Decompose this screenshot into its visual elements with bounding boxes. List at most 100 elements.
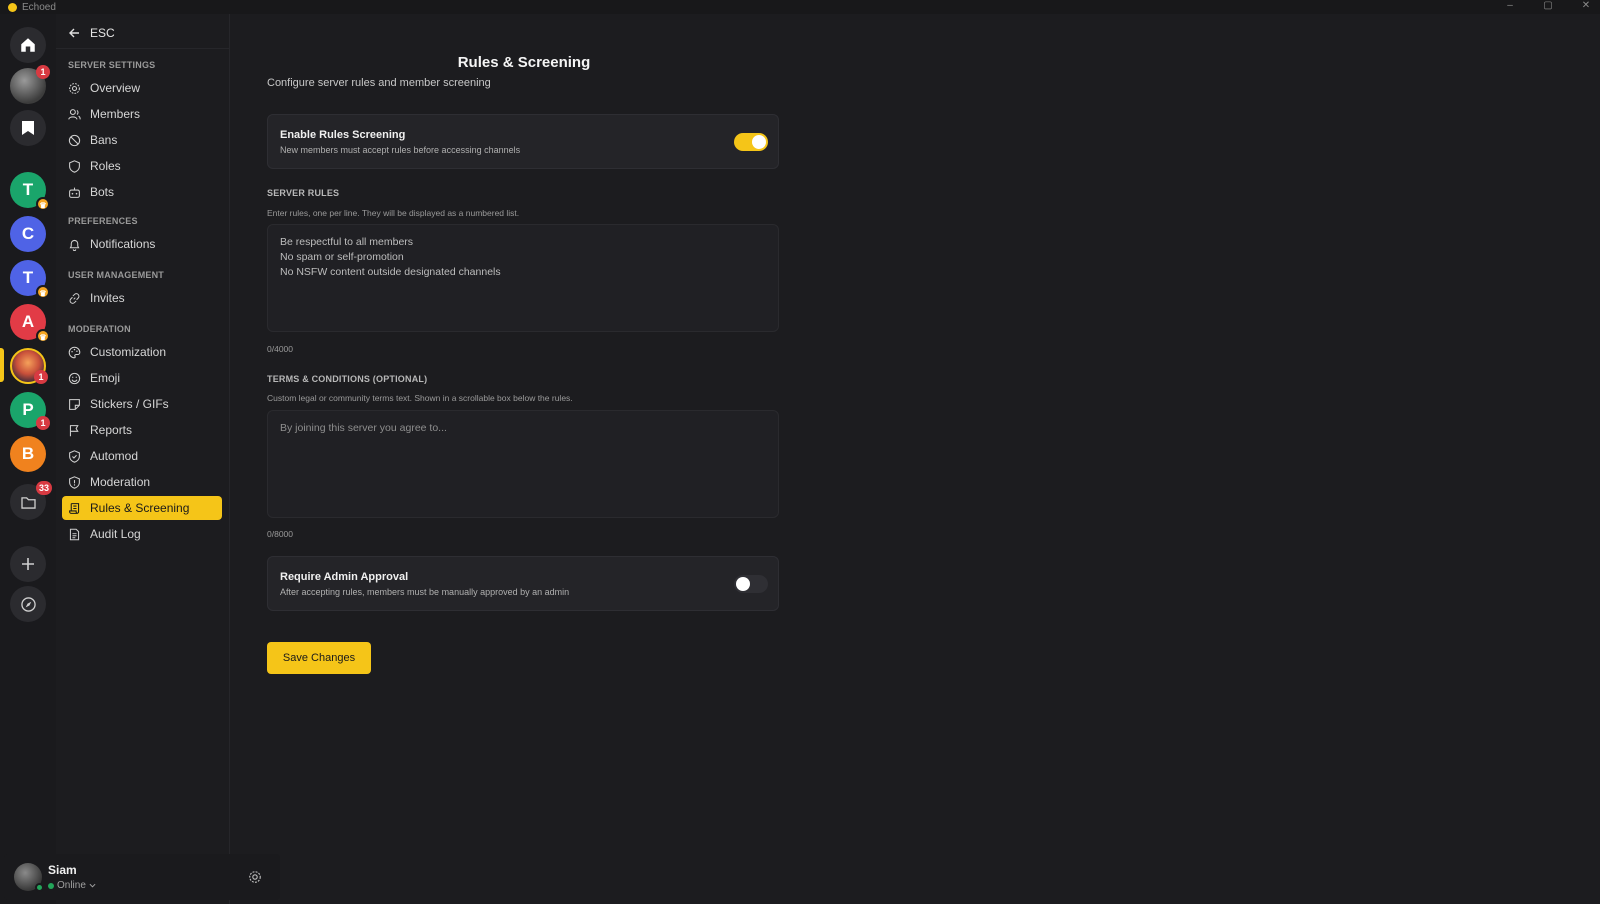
- settings-sidebar: ESC SERVER SETTINGS Overview Members Ban…: [56, 14, 230, 904]
- palette-icon: [68, 346, 81, 358]
- server-b[interactable]: B: [10, 436, 46, 472]
- sidebar-item-automod[interactable]: Automod: [62, 444, 222, 468]
- sidebar-item-label: Rules & Screening: [90, 501, 190, 515]
- sidebar-item-label: Members: [90, 107, 141, 121]
- sidebar-item-label: Moderation: [90, 475, 151, 489]
- add-server-button[interactable]: [10, 546, 46, 582]
- flag-icon: [69, 424, 79, 436]
- rule-line: No spam or self-promotion: [280, 251, 404, 263]
- app-name: Echoed: [22, 1, 56, 13]
- gear-icon: [69, 82, 80, 94]
- sidebar-item-reports[interactable]: Reports: [62, 418, 222, 442]
- title-bar: Echoed – ▢ ✕: [0, 0, 1600, 14]
- link-icon: [69, 292, 80, 304]
- bell-icon: [69, 239, 80, 251]
- shield-check-icon: [69, 449, 80, 463]
- save-changes-button[interactable]: Save Changes: [267, 642, 371, 674]
- sidebar-item-notifications[interactable]: Notifications: [62, 232, 222, 256]
- sidebar-item-audit-log[interactable]: Audit Log: [62, 522, 222, 546]
- explore-button[interactable]: [10, 586, 46, 622]
- page-subtitle: Configure server rules and member screen…: [267, 77, 491, 89]
- explore-icon: [20, 596, 36, 612]
- server-t-blue[interactable]: T ♛: [10, 260, 50, 299]
- terms-hint: Custom legal or community terms text. Sh…: [267, 393, 573, 403]
- sidebar-item-members[interactable]: Members: [62, 102, 222, 126]
- sidebar-item-label: Bans: [90, 133, 118, 147]
- home-button[interactable]: [10, 27, 46, 63]
- server-c[interactable]: C: [10, 216, 46, 252]
- esc-button[interactable]: ESC: [68, 26, 115, 40]
- shield-icon: [69, 159, 80, 173]
- sidebar-item-label: Roles: [90, 159, 121, 173]
- sidebar-item-label: Reports: [90, 423, 133, 437]
- notification-badge: 1: [36, 416, 50, 430]
- sidebar-item-customization[interactable]: Customization: [62, 340, 222, 364]
- bookmark-icon: [22, 121, 34, 135]
- minimize-button[interactable]: –: [1504, 0, 1516, 12]
- section-moderation: MODERATION: [68, 324, 131, 334]
- active-server-indicator: [0, 348, 4, 382]
- notification-badge: 1: [34, 370, 48, 384]
- user-name: Siam: [48, 863, 77, 877]
- close-window-button[interactable]: ✕: [1580, 0, 1592, 12]
- chevron-down-icon: [89, 883, 96, 888]
- add-server-icon: [22, 558, 34, 570]
- arrow-left-icon: [69, 28, 79, 38]
- members-icon: [68, 108, 81, 120]
- rules-screening-title: Enable Rules Screening: [280, 129, 406, 141]
- sidebar-item-bans[interactable]: Bans: [62, 128, 222, 152]
- sidebar-item-stickers-gifs[interactable]: Stickers / GIFs: [62, 392, 222, 416]
- sidebar-item-label: Notifications: [90, 237, 156, 251]
- sidebar-item-emoji[interactable]: Emoji: [62, 366, 222, 390]
- status-indicator: [35, 883, 44, 892]
- smile-icon: [68, 372, 81, 384]
- sidebar-item-label: Bots: [90, 185, 115, 199]
- maximize-button[interactable]: ▢: [1542, 0, 1554, 12]
- rules-screening-toggle[interactable]: [734, 133, 768, 151]
- sidebar-item-rules-screening[interactable]: Rules & Screening: [62, 496, 222, 520]
- rules-screening-description: New members must accept rules before acc…: [280, 145, 521, 155]
- sidebar-item-overview[interactable]: Overview: [62, 76, 222, 100]
- server-letter: B: [21, 444, 35, 463]
- user-status-selector[interactable]: Online: [48, 880, 96, 891]
- ban-icon: [68, 134, 81, 146]
- terms-placeholder: By joining this server you agree to...: [280, 422, 447, 434]
- server-letter: T: [22, 180, 34, 199]
- server-p[interactable]: P 1: [10, 392, 50, 430]
- terms-counter: 0/8000: [267, 529, 293, 539]
- document-icon: [69, 528, 80, 540]
- crown-icon: ♛: [36, 285, 50, 299]
- sidebar-item-label: Automod: [90, 449, 139, 463]
- server-letter: C: [21, 224, 35, 243]
- section-server-settings: SERVER SETTINGS: [68, 60, 156, 70]
- shield-alert-icon: [69, 475, 80, 489]
- server-sunset[interactable]: 1: [10, 348, 48, 384]
- server-avatar[interactable]: 1: [10, 65, 50, 104]
- terms-label: TERMS & CONDITIONS (OPTIONAL): [267, 374, 428, 384]
- sidebar-item-invites[interactable]: Invites: [62, 286, 222, 310]
- terms-textarea[interactable]: By joining this server you agree to...: [267, 410, 779, 518]
- server-rules-textarea[interactable]: Be respectful to all members No spam or …: [267, 224, 779, 332]
- sidebar-item-roles[interactable]: Roles: [62, 154, 222, 178]
- notification-badge: 1: [36, 65, 50, 79]
- section-preferences: PREFERENCES: [68, 216, 138, 226]
- server-a[interactable]: A ♛: [10, 304, 50, 343]
- app-logo-icon: [8, 2, 17, 12]
- server-t-green[interactable]: T ♛: [10, 172, 50, 211]
- admin-approval-toggle[interactable]: [734, 575, 768, 593]
- bookmarks-button[interactable]: [10, 110, 46, 146]
- sidebar-item-label: Overview: [90, 81, 141, 95]
- admin-approval-title: Require Admin Approval: [280, 571, 409, 583]
- sticker-icon: [69, 398, 80, 410]
- notification-badge: 33: [35, 481, 52, 495]
- server-letter: A: [21, 312, 35, 331]
- server-folder[interactable]: 33: [10, 481, 52, 520]
- crown-icon: ♛: [36, 329, 50, 343]
- sidebar-item-bots[interactable]: Bots: [62, 180, 222, 204]
- rule-line: Be respectful to all members: [280, 236, 414, 248]
- sidebar-item-label: Emoji: [90, 371, 121, 385]
- rules-screening-card: Enable Rules Screening New members must …: [267, 114, 779, 169]
- online-dot-icon: [48, 882, 54, 889]
- sidebar-item-moderation[interactable]: Moderation: [62, 470, 222, 494]
- toggle-knob: [736, 577, 750, 591]
